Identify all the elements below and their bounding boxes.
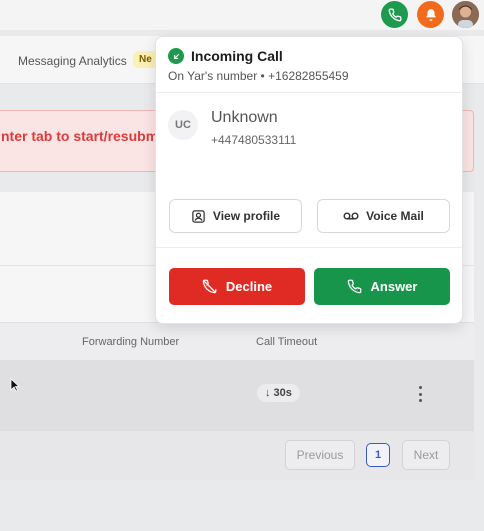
profile-icon (192, 209, 205, 223)
called-number: On Yar's number • +16282855459 (168, 69, 349, 83)
caller-number: +447480533111 (211, 133, 297, 147)
decline-phone-icon (202, 279, 217, 294)
caller-name: Unknown (211, 109, 278, 126)
bell-icon (425, 8, 436, 21)
table-row: ↓ 30s (0, 360, 474, 430)
avatar-image (452, 1, 479, 28)
nav-messaging-analytics[interactable]: Messaging Analytics (18, 54, 127, 68)
answer-phone-icon (347, 279, 361, 294)
divider (156, 247, 462, 248)
call-timeout-badge: ↓ 30s (257, 384, 300, 402)
caller-avatar: UC (168, 110, 198, 140)
view-profile-button[interactable]: View profile (169, 199, 302, 233)
mouse-cursor-icon (10, 378, 20, 392)
answer-label: Answer (370, 279, 418, 294)
notifications-button[interactable] (417, 1, 444, 28)
pagination: Previous 1 Next (0, 430, 474, 480)
voice-mail-label: Voice Mail (366, 209, 424, 223)
view-profile-label: View profile (212, 209, 281, 223)
popover-title: Incoming Call (191, 48, 283, 64)
incoming-call-icon (168, 48, 184, 64)
row-actions-menu-icon[interactable] (412, 383, 428, 405)
previous-page-button[interactable]: Previous (285, 440, 355, 470)
answer-button[interactable]: Answer (314, 268, 450, 305)
decline-label: Decline (225, 279, 273, 294)
user-avatar[interactable] (452, 1, 479, 28)
alert-text: nter tab to start/resubm (1, 128, 159, 144)
page-number-button[interactable]: 1 (366, 443, 390, 467)
column-header-forwarding-number: Forwarding Number (82, 336, 180, 348)
decline-button[interactable]: Decline (169, 268, 305, 305)
table-header: Forwarding Number Call Timeout (0, 322, 474, 360)
voicemail-icon (343, 212, 359, 220)
phone-button[interactable] (381, 1, 408, 28)
top-bar (0, 0, 484, 30)
incoming-call-popover: Incoming Call On Yar's number • +1628285… (155, 36, 463, 324)
column-header-call-timeout: Call Timeout (256, 336, 318, 348)
phone-icon (388, 8, 401, 21)
voice-mail-button[interactable]: Voice Mail (317, 199, 450, 233)
next-page-button[interactable]: Next (402, 440, 450, 470)
popover-header: Incoming Call On Yar's number • +1628285… (156, 37, 462, 93)
